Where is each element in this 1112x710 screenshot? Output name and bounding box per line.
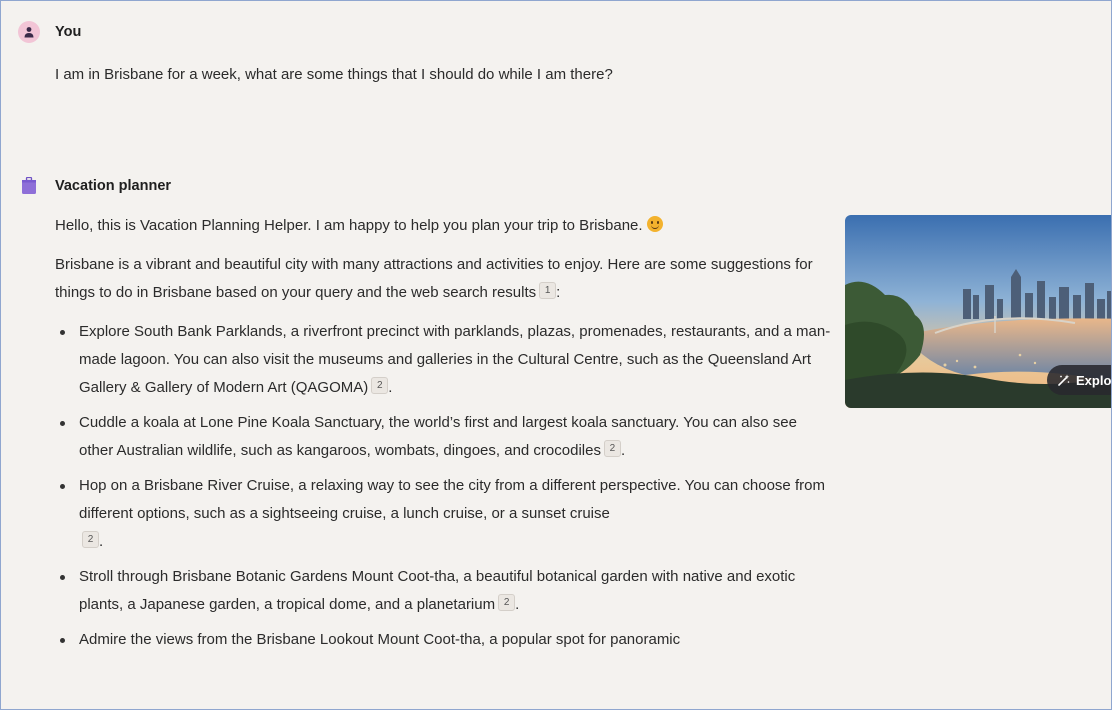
bot-message-header: Vacation planner xyxy=(18,174,1111,198)
citation-badge[interactable]: 2 xyxy=(371,377,389,394)
user-message-text: I am in Brisbane for a week, what are so… xyxy=(55,66,613,83)
list-item-text: Admire the views from the Brisbane Looko… xyxy=(79,631,681,648)
list-item: Stroll through Brisbane Botanic Gardens … xyxy=(55,563,835,619)
explore-button[interactable]: Explo xyxy=(1047,365,1112,395)
user-message-header: You xyxy=(18,20,1111,44)
list-item-text: Explore South Bank Parklands, a riverfro… xyxy=(79,323,831,396)
bot-intro-text: Hello, this is Vacation Planning Helper.… xyxy=(55,217,643,234)
bot-intro-paragraph: Hello, this is Vacation Planning Helper.… xyxy=(55,212,835,240)
list-item-text: Hop on a Brisbane River Cruise, a relaxi… xyxy=(79,477,825,522)
chat-window: You I am in Brisbane for a week, what ar… xyxy=(0,0,1112,710)
explore-label: Explo xyxy=(1076,372,1112,388)
smile-emoji-icon xyxy=(646,216,663,232)
user-author-name: You xyxy=(55,24,82,40)
citation-badge[interactable]: 2 xyxy=(82,531,99,548)
bot-summary-paragraph: Brisbane is a vibrant and beautiful city… xyxy=(55,251,835,307)
list-item: Cuddle a koala at Lone Pine Koala Sanctu… xyxy=(55,409,835,465)
person-icon xyxy=(18,21,40,43)
list-item: Explore South Bank Parklands, a riverfro… xyxy=(55,318,835,402)
bot-message: Vacation planner Hello, this is Vacation… xyxy=(18,174,1111,648)
suggestion-list: Explore South Bank Parklands, a riverfro… xyxy=(55,318,835,654)
citation-badge[interactable]: 1 xyxy=(539,282,557,299)
bot-message-body: Hello, this is Vacation Planning Helper.… xyxy=(55,212,835,661)
citation-badge[interactable]: 2 xyxy=(498,594,516,611)
suitcase-icon xyxy=(18,175,40,197)
bot-author-name: Vacation planner xyxy=(55,178,172,194)
bot-summary-end: : xyxy=(556,284,561,301)
bot-summary-text: Brisbane is a vibrant and beautiful city… xyxy=(55,256,813,301)
list-item-text: Cuddle a koala at Lone Pine Koala Sanctu… xyxy=(79,414,797,459)
brisbane-city-image[interactable]: Explo xyxy=(845,215,1112,408)
citation-badge[interactable]: 2 xyxy=(603,440,621,457)
list-item-text: Stroll through Brisbane Botanic Gardens … xyxy=(79,568,796,613)
magic-wand-icon xyxy=(1057,374,1070,387)
user-message: You I am in Brisbane for a week, what ar… xyxy=(18,20,1111,83)
list-item: Hop on a Brisbane River Cruise, a relaxi… xyxy=(55,472,835,556)
list-item: Admire the views from the Brisbane Looko… xyxy=(55,626,835,654)
